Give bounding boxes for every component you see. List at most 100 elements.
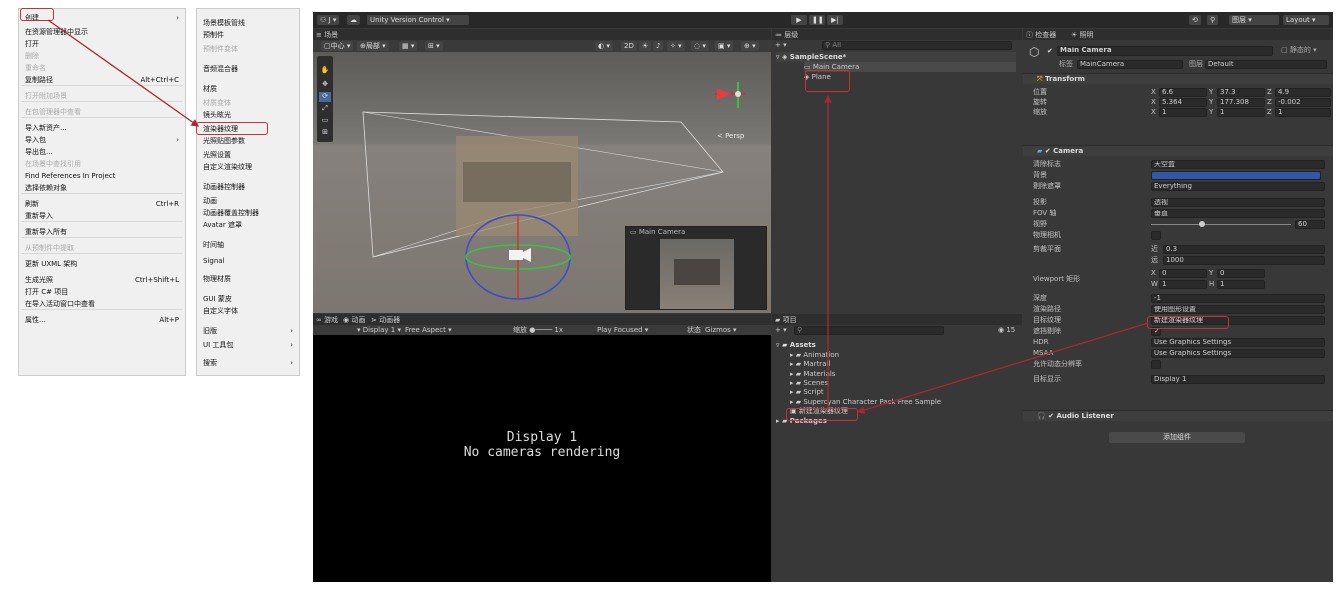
submenu-item-1[interactable]: 预制件 <box>197 29 299 41</box>
rect-tool-icon[interactable]: ▭ <box>319 116 331 126</box>
transform-scale-y-field[interactable]: 1 <box>1217 108 1265 117</box>
submenu-item-18[interactable]: GUI 蒙皮 <box>197 293 299 305</box>
camera-prop-field[interactable]: Display 1 <box>1151 375 1325 384</box>
submenu-item-8[interactable]: 光照贴图参数 <box>197 135 299 147</box>
search-icon[interactable]: ⚲ <box>1207 15 1219 25</box>
tab-lighting[interactable]: ☀ 照明 <box>1071 30 1094 40</box>
scene-root[interactable]: ▿ ◈ SampleScene* <box>776 52 1016 62</box>
camera-icon[interactable] <box>509 250 523 260</box>
viewport-y-field[interactable]: 0 <box>1217 269 1265 278</box>
submenu-item-6[interactable]: 镜头眩光 <box>197 109 299 121</box>
camera-prop-field[interactable]: 使用图形设置 <box>1151 305 1325 314</box>
tab-inspector[interactable]: ⓘ 检查器 <box>1026 30 1056 40</box>
play-focused-dropdown[interactable]: Play Focused ▾ <box>597 325 648 335</box>
pivot-center-button[interactable]: ▢中心 ▾ <box>321 41 354 51</box>
camera-prop-field[interactable]: -1 <box>1151 294 1325 303</box>
tab-scene[interactable]: ≡ 场景 <box>316 30 338 40</box>
tab-hierarchy[interactable]: ≔ 层级 <box>775 30 798 40</box>
tab-game[interactable]: ∞ 游戏 <box>316 315 338 325</box>
assets-folder[interactable]: ▿ ▰ Assets <box>776 340 816 350</box>
hidden-objects-icon[interactable]: ◌ ▾ <box>691 41 709 51</box>
submenu-item-3[interactable]: 音频混合器 <box>197 63 299 75</box>
transform-tool-icon[interactable]: ⊞ <box>319 128 331 138</box>
menu-item-1[interactable]: 在资源管理器中显示 <box>19 26 185 38</box>
account-button[interactable]: ⚇ J ▾ <box>317 15 340 25</box>
fov-slider[interactable] <box>1151 224 1291 225</box>
menu-item-14[interactable]: 刷新 Ctrl+R <box>19 198 185 210</box>
camera-prop-field[interactable]: 天空盒 <box>1151 160 1325 169</box>
project-add-button[interactable]: + ▾ <box>775 325 787 335</box>
shading-button[interactable]: ◐ ▾ <box>595 41 613 51</box>
submenu-item-22[interactable]: 搜索 › <box>197 357 299 369</box>
version-control-button[interactable]: Unity Version Control ▾ <box>367 15 469 25</box>
submenu-item-13[interactable]: 动画器覆盖控制器 <box>197 207 299 219</box>
display-dropdown[interactable]: ▾ Display 1 ▾ <box>357 325 401 335</box>
transform-rot-z-field[interactable]: -0.002 <box>1275 98 1331 107</box>
transform-header[interactable]: ⤧ Transform <box>1023 73 1333 84</box>
audio-toggle-icon[interactable]: ♪ <box>653 41 664 51</box>
2d-toggle[interactable]: 2D <box>621 41 637 51</box>
scale-slider[interactable]: 缩放 ●──── 1x <box>513 325 563 335</box>
clip-near-field[interactable]: 0.3 <box>1163 245 1325 254</box>
object-name-input[interactable]: Main Camera <box>1057 46 1273 56</box>
hand-tool-icon[interactable]: ✋ <box>319 66 331 76</box>
layer-dropdown[interactable]: Default <box>1205 60 1327 69</box>
active-checkbox[interactable]: ✔ <box>1047 47 1053 55</box>
tab-animation[interactable]: ◉ 动画 <box>343 315 365 325</box>
transform-scale-z-field[interactable]: 1 <box>1275 108 1331 117</box>
submenu-item-10[interactable]: 自定义渲染纹理 <box>197 161 299 173</box>
camera-checkbox[interactable] <box>1151 360 1161 369</box>
history-icon[interactable]: ⟲ <box>1189 15 1201 25</box>
camera-prop-field[interactable]: Use Graphics Settings <box>1151 338 1325 347</box>
submenu-item-20[interactable]: 旧版 › <box>197 325 299 337</box>
camera-prop-field[interactable]: Everything <box>1151 182 1325 191</box>
viewport-h-field[interactable]: 1 <box>1217 280 1265 289</box>
viewport-x-field[interactable]: 0 <box>1159 269 1207 278</box>
submenu-item-16[interactable]: Signal <box>197 255 299 267</box>
camera-prop-field[interactable]: Use Graphics Settings <box>1151 349 1325 358</box>
transform-pos-x-field[interactable]: 6.6 <box>1159 88 1207 97</box>
submenu-item-12[interactable]: 动画 <box>197 195 299 207</box>
submenu-item-19[interactable]: 自定义字体 <box>197 305 299 317</box>
camera-checkbox[interactable] <box>1151 231 1161 240</box>
camera-prop-field[interactable]: 透视 <box>1151 198 1325 207</box>
transform-pos-z-field[interactable]: 4.9 <box>1275 88 1331 97</box>
submenu-item-17[interactable]: 物理材质 <box>197 273 299 285</box>
menu-item-18[interactable]: 更新 UXML 架构 <box>19 258 185 270</box>
background-color-field[interactable] <box>1151 171 1321 180</box>
menu-item-22[interactable]: 属性... Alt+P <box>19 314 185 326</box>
transform-rot-x-field[interactable]: 5.364 <box>1159 98 1207 107</box>
hierarchy-add-button[interactable]: + ▾ <box>775 40 787 50</box>
stats-button[interactable]: 状态 <box>687 325 701 335</box>
snap-button[interactable]: ⊞ ▾ <box>425 41 443 51</box>
local-button[interactable]: ⊕局部 ▾ <box>357 41 389 51</box>
menu-item-9[interactable]: 导入包 › <box>19 134 185 146</box>
menu-item-19[interactable]: 生成光照 Ctrl+Shift+L <box>19 274 185 286</box>
scale-tool-icon[interactable]: ⤢ <box>319 104 331 114</box>
transform-scale-x-field[interactable]: 1 <box>1159 108 1207 117</box>
gizmos-button[interactable]: Gizmos ▾ <box>705 325 737 335</box>
camera-header[interactable]: ▰ ✔ Camera <box>1023 145 1333 156</box>
layout-dropdown[interactable]: Layout ▾ <box>1283 15 1329 25</box>
rotate-tool-icon[interactable]: ⟳ <box>319 92 331 102</box>
project-search-input[interactable]: ⚲ <box>794 326 944 335</box>
submenu-item-9[interactable]: 光照设置 <box>197 149 299 161</box>
submenu-item-4[interactable]: 材质 <box>197 83 299 95</box>
move-tool-icon[interactable]: ✥ <box>319 80 331 90</box>
transform-pos-y-field[interactable]: 37.3 <box>1217 88 1265 97</box>
menu-item-8[interactable]: 导入新资产... <box>19 122 185 134</box>
effects-toggle-icon[interactable]: ✧ ▾ <box>667 41 685 51</box>
layers-dropdown[interactable]: 图层 ▾ <box>1229 15 1279 25</box>
tab-animator[interactable]: ⋗ 动画器 <box>371 315 400 325</box>
persp-label[interactable]: < Persp <box>717 132 744 140</box>
scene-viewport[interactable]: ✋ ✥ ⟳ ⤢ ▭ ⊞ < Persp ▭ Main Camera <box>313 52 771 313</box>
tag-dropdown[interactable]: MainCamera <box>1077 60 1183 69</box>
camera-settings-icon[interactable]: ▣ ▾ <box>715 41 734 51</box>
submenu-item-15[interactable]: 时间轴 <box>197 239 299 251</box>
project-folder-supercyan-character-pack-free-sample[interactable]: ▸ ▰ Supercyan Character Pack Free Sample <box>790 397 941 407</box>
pause-button[interactable]: ❚❚ <box>809 15 825 25</box>
submenu-item-11[interactable]: 动画器控制器 <box>197 181 299 193</box>
audio-listener-header[interactable]: 🎧 ✔ Audio Listener <box>1023 410 1333 421</box>
fov-slider-knob[interactable] <box>1199 221 1205 227</box>
static-toggle[interactable]: ▢ 静态的 ▾ <box>1281 45 1317 55</box>
